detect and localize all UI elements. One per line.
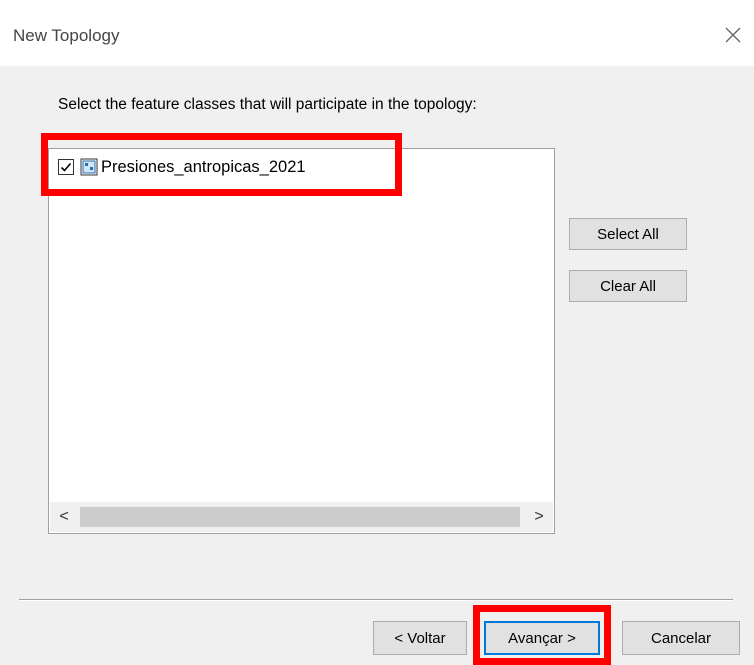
window-title: New Topology	[13, 26, 120, 45]
next-button[interactable]: Avançar >	[484, 621, 600, 655]
clear-all-button[interactable]: Clear All	[569, 270, 687, 302]
list-item[interactable]: Presiones_antropicas_2021	[58, 156, 306, 178]
title-bar: New Topology	[0, 0, 754, 66]
scroll-thumb[interactable]	[80, 507, 520, 527]
close-icon	[725, 27, 741, 43]
feature-class-list[interactable]: Presiones_antropicas_2021 < >	[48, 148, 555, 534]
select-all-button[interactable]: Select All	[569, 218, 687, 250]
footer-divider-highlight	[19, 600, 733, 601]
close-button[interactable]	[718, 20, 748, 50]
cancel-button[interactable]: Cancelar	[622, 621, 740, 655]
scroll-right-button[interactable]: >	[525, 502, 553, 532]
checkmark-icon	[60, 162, 72, 172]
feature-class-icon	[80, 158, 98, 176]
feature-class-label: Presiones_antropicas_2021	[101, 157, 306, 176]
instruction-text: Select the feature classes that will par…	[58, 96, 477, 113]
horizontal-scrollbar[interactable]: < >	[50, 502, 553, 532]
feature-class-checkbox[interactable]	[58, 159, 74, 175]
scroll-left-button[interactable]: <	[50, 502, 78, 532]
back-button[interactable]: < Voltar	[373, 621, 467, 655]
